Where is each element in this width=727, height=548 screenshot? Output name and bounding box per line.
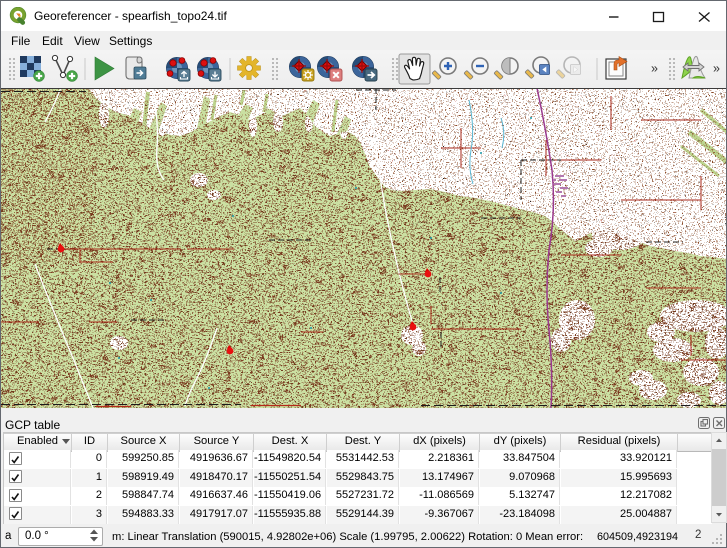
svg-text:»: » (713, 62, 720, 76)
svg-text:»: » (651, 62, 658, 76)
